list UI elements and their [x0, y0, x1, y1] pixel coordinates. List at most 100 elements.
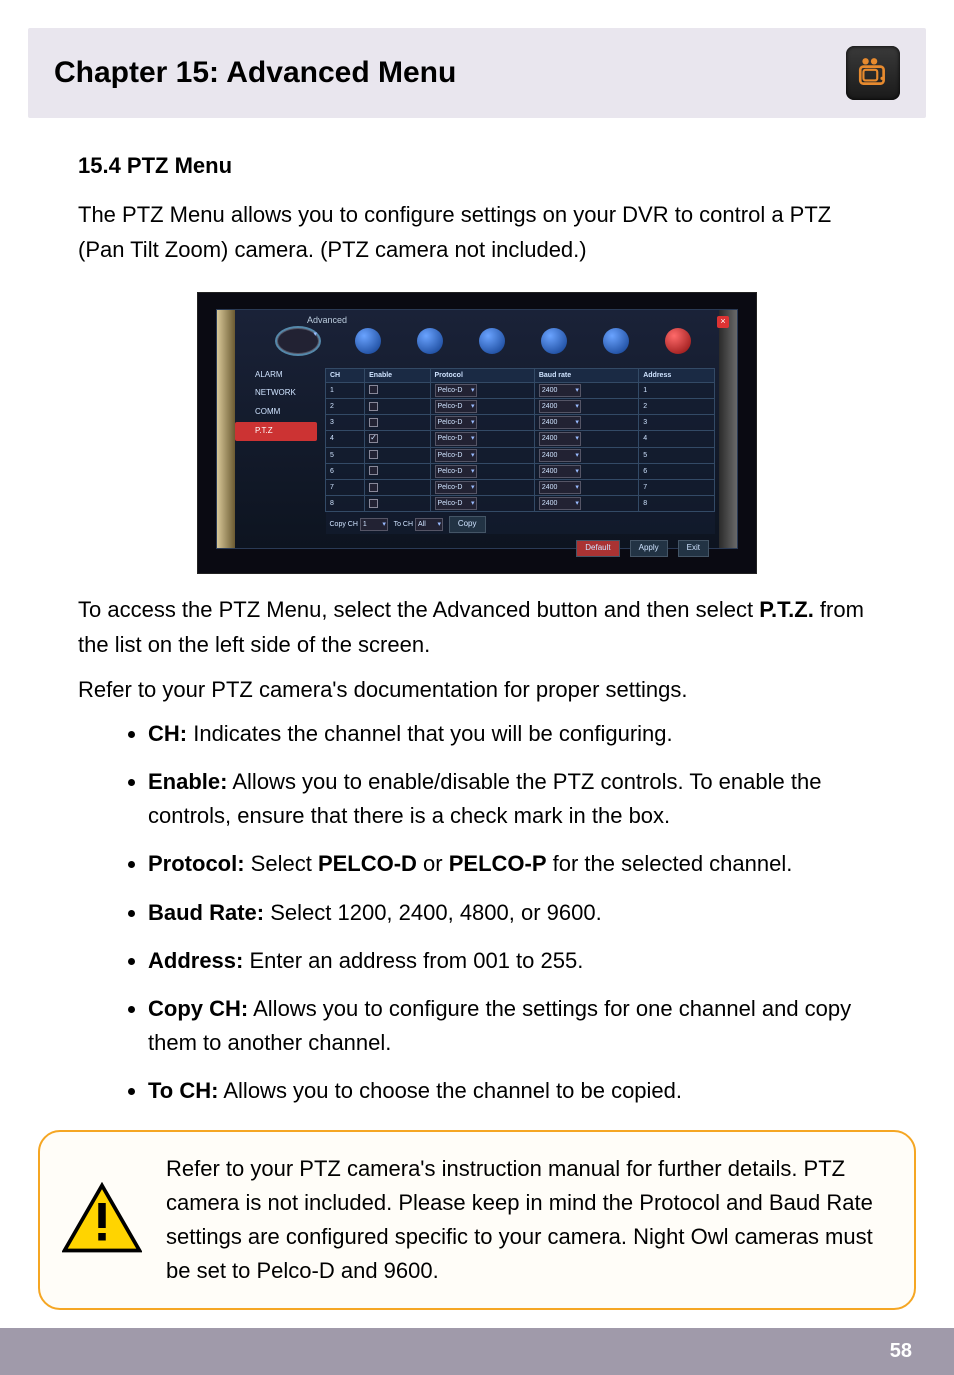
baud-select[interactable]: 2400 [539, 449, 581, 462]
table-row: 8Pelco-D24008 [326, 496, 715, 512]
protocol-select[interactable]: Pelco-D [435, 481, 477, 494]
col-baudrate: Baud rate [534, 368, 638, 382]
address-field[interactable]: 6 [639, 463, 715, 479]
item-text: Allows you to choose the channel to be c… [218, 1078, 682, 1103]
refer-paragraph: Refer to your PTZ camera's documentation… [78, 672, 876, 707]
baud-select[interactable]: 2400 [539, 400, 581, 413]
sidebar-label: NETWORK [255, 387, 296, 400]
table-row: 1Pelco-D24001 [326, 382, 715, 398]
chapter-title: Chapter 15: Advanced Menu [54, 56, 456, 90]
copy-ch-select[interactable]: 1 [360, 518, 388, 531]
list-item: To CH: Allows you to choose the channel … [148, 1074, 876, 1108]
item-key: Protocol: [148, 851, 245, 876]
address-field[interactable]: 3 [639, 415, 715, 431]
table-row: 6Pelco-D24006 [326, 463, 715, 479]
address-field[interactable]: 2 [639, 398, 715, 414]
sidebar-icon [241, 426, 251, 436]
page-number: 58 [890, 1340, 912, 1362]
chapter-header: Chapter 15: Advanced Menu [28, 28, 926, 118]
enable-checkbox[interactable] [369, 434, 378, 443]
col-enable: Enable [365, 368, 430, 382]
enable-checkbox[interactable] [369, 450, 378, 459]
sidebar-icon [241, 370, 251, 380]
copy-ch-label: Copy CH [330, 521, 358, 528]
apply-button[interactable]: Apply [630, 540, 668, 557]
item-key: Address: [148, 948, 243, 973]
protocol-select[interactable]: Pelco-D [435, 400, 477, 413]
toolbar-icon-gear[interactable] [355, 328, 381, 354]
enable-checkbox[interactable] [369, 466, 378, 475]
list-item: CH: Indicates the channel that you will … [148, 717, 876, 751]
background-strip-left [217, 310, 235, 548]
to-ch-label: To CH [394, 521, 413, 528]
table-row: 4Pelco-D24004 [326, 431, 715, 447]
item-key: Copy CH: [148, 996, 248, 1021]
item-text: Allows you to configure the settings for… [148, 996, 851, 1055]
toolbar-icon-search[interactable] [417, 328, 443, 354]
address-field[interactable]: 8 [639, 496, 715, 512]
baud-select[interactable]: 2400 [539, 481, 581, 494]
enable-checkbox[interactable] [369, 402, 378, 411]
warning-callout: Refer to your PTZ camera's instruction m… [38, 1130, 916, 1310]
item-text: Enter an address from 001 to 255. [243, 948, 583, 973]
intro-paragraph: The PTZ Menu allows you to configure set… [78, 197, 876, 267]
protocol-select[interactable]: Pelco-D [435, 432, 477, 445]
item-text: Select 1200, 2400, 4800, or 9600. [264, 900, 602, 925]
protocol-select[interactable]: Pelco-D [435, 384, 477, 397]
address-field[interactable]: 4 [639, 431, 715, 447]
top-icon-row [217, 310, 737, 360]
protocol-select[interactable]: Pelco-D [435, 416, 477, 429]
exit-button[interactable]: Exit [678, 540, 709, 557]
sidebar-label: ALARM [255, 369, 283, 382]
sidebar-label: P.T.Z [255, 425, 273, 438]
enable-checkbox[interactable] [369, 385, 378, 394]
item-key: To CH: [148, 1078, 218, 1103]
address-field[interactable]: 5 [639, 447, 715, 463]
dialog-button-row: Default Apply Exit [325, 540, 715, 557]
baud-select[interactable]: 2400 [539, 497, 581, 510]
toolbar-icon-advanced[interactable] [603, 328, 629, 354]
baud-select[interactable]: 2400 [539, 384, 581, 397]
copy-button[interactable]: Copy [449, 516, 486, 533]
sidebar-item-ptz[interactable]: P.T.Z [235, 422, 317, 441]
default-button[interactable]: Default [576, 540, 619, 557]
address-field[interactable]: 7 [639, 479, 715, 495]
protocol-select[interactable]: Pelco-D [435, 449, 477, 462]
baud-select[interactable]: 2400 [539, 432, 581, 445]
item-text: Allows you to enable/disable the PTZ con… [148, 769, 821, 828]
close-icon[interactable]: × [717, 316, 729, 328]
sidebar-item-alarm[interactable]: ALARM [235, 366, 317, 385]
sidebar-item-network[interactable]: NETWORK [235, 384, 317, 403]
sidebar-label: COMM [255, 406, 280, 419]
table-row: 5Pelco-D24005 [326, 447, 715, 463]
access-paragraph: To access the PTZ Menu, select the Advan… [78, 592, 876, 662]
enable-checkbox[interactable] [369, 483, 378, 492]
protocol-select[interactable]: Pelco-D [435, 465, 477, 478]
item-key: Baud Rate: [148, 900, 264, 925]
to-ch-select[interactable]: All [415, 518, 443, 531]
protocol-select[interactable]: Pelco-D [435, 497, 477, 510]
warning-text: Refer to your PTZ camera's instruction m… [166, 1152, 892, 1288]
toolbar-icon-power[interactable] [665, 328, 691, 354]
warning-icon [62, 1182, 142, 1259]
toolbar-icon-cloud[interactable] [479, 328, 505, 354]
enable-checkbox[interactable] [369, 499, 378, 508]
access-pre: To access the PTZ Menu, select the Advan… [78, 597, 759, 622]
baud-select[interactable]: 2400 [539, 465, 581, 478]
sidebar-icon [241, 408, 251, 418]
tv-icon [846, 46, 900, 100]
toolbar-icon-settings[interactable] [277, 328, 319, 354]
breadcrumb: Advanced [307, 313, 347, 327]
section-heading: 15.4 PTZ Menu [78, 148, 876, 183]
sidebar-item-comm[interactable]: COMM [235, 403, 317, 422]
ptz-table: CHEnableProtocolBaud rateAddress1Pelco-D… [325, 368, 715, 557]
address-field[interactable]: 1 [639, 382, 715, 398]
table-row: 7Pelco-D24007 [326, 479, 715, 495]
col-address: Address [639, 368, 715, 382]
item-text: Indicates the channel that you will be c… [187, 721, 673, 746]
item-key: CH: [148, 721, 187, 746]
enable-checkbox[interactable] [369, 418, 378, 427]
access-bold: P.T.Z. [759, 597, 814, 622]
toolbar-icon-info[interactable] [541, 328, 567, 354]
baud-select[interactable]: 2400 [539, 416, 581, 429]
